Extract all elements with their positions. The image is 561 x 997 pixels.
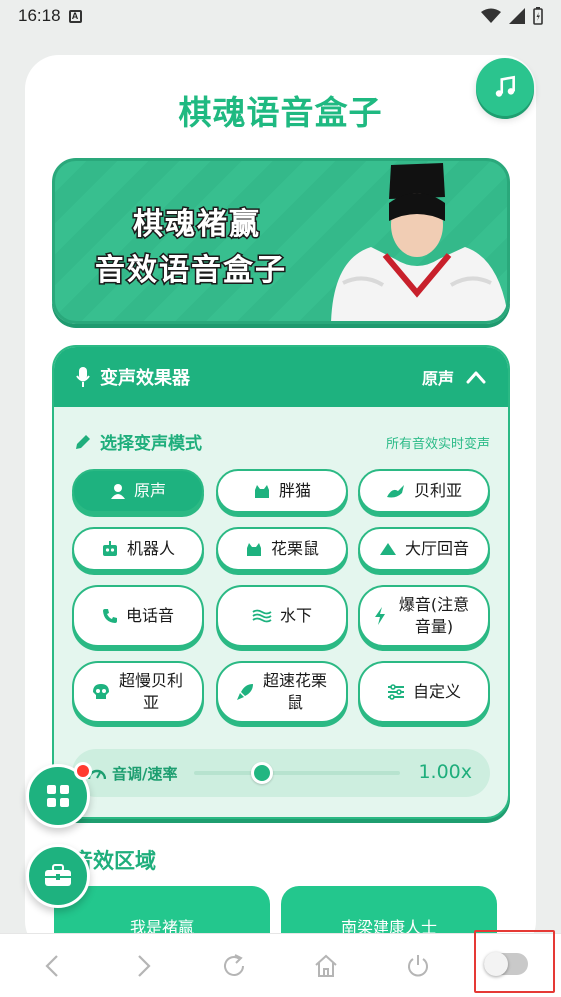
phone-icon (102, 608, 118, 624)
toggle-knob[interactable] (484, 952, 508, 976)
mode-hint: 所有音效实时变声 (385, 437, 490, 452)
pitch-label: 音调/速率 (112, 764, 178, 783)
pitch-control: 音调/速率 1.00x (72, 749, 490, 797)
wifi-icon (481, 8, 501, 23)
pitch-value: 1.00x (418, 761, 472, 783)
signal-icon (509, 8, 525, 24)
refresh-icon[interactable] (218, 950, 250, 982)
home-icon[interactable] (310, 950, 342, 982)
mode-button-distortion[interactable]: 爆音(注意音量) (358, 585, 490, 647)
voice-changer-title: 变声效果器 (100, 368, 190, 389)
forward-icon[interactable] (128, 950, 160, 982)
mode-button-custom[interactable]: 自定义 (358, 661, 490, 723)
mode-button-hall-echo[interactable]: 大厅回音 (358, 527, 490, 571)
banner-line-1: 棋魂褚赢 (132, 206, 261, 244)
water-icon (252, 609, 272, 623)
pitch-slider-thumb[interactable] (250, 762, 273, 784)
cat-icon (245, 541, 263, 557)
cat-icon (253, 483, 271, 499)
rocket-icon (236, 683, 254, 701)
mode-button-belial[interactable]: 贝利亚 (358, 469, 490, 513)
app-title: 棋魂语音盒子 (178, 93, 383, 132)
back-icon[interactable] (36, 950, 68, 982)
robot-icon (101, 541, 119, 557)
mode-button-fast-chipmunk[interactable]: 超速花栗鼠 (216, 661, 348, 723)
notification-badge: A (68, 9, 82, 23)
bolt-icon (374, 607, 386, 625)
dragon-icon (386, 483, 406, 499)
toolbox-icon (45, 864, 71, 886)
microphone-icon (76, 367, 90, 387)
person-icon (110, 483, 126, 499)
mode-button-underwater[interactable]: 水下 (216, 585, 348, 647)
mode-button-fat-cat[interactable]: 胖猫 (216, 469, 348, 513)
mode-button-original[interactable]: 原声 (72, 469, 204, 513)
voice-changer-header[interactable]: 变声效果器 原声 (54, 347, 508, 407)
mode-button-robot[interactable]: 机器人 (72, 527, 204, 571)
pencil-icon (76, 434, 90, 449)
mode-button-phone[interactable]: 电话音 (72, 585, 204, 647)
mode-section-label: 选择变声模式 (74, 429, 202, 454)
status-time: 16:18 (18, 6, 61, 25)
banner-line-2: 音效语音盒子 (94, 252, 287, 290)
skull-icon (92, 683, 110, 701)
toolbox-button[interactable] (26, 844, 90, 908)
status-bar: 16:18 A (0, 0, 561, 32)
chevron-up-icon[interactable] (466, 370, 486, 384)
mode-button-slow-belial[interactable]: 超慢贝利亚 (72, 661, 204, 723)
character-illustration (331, 163, 507, 321)
hero-banner: 棋魂褚赢 音效语音盒子 (52, 158, 510, 324)
notification-dot (74, 762, 92, 780)
voice-changer-panel: 变声效果器 原声 选择变声模式 所有音效实时变声 原声 胖猫 贝利亚 机器人 花… (52, 345, 510, 819)
status-icons (481, 7, 543, 25)
power-icon[interactable] (402, 950, 434, 982)
mountain-icon (379, 542, 397, 556)
battery-icon (533, 7, 543, 25)
toggle-switch[interactable] (484, 952, 528, 976)
mode-button-chipmunk[interactable]: 花栗鼠 (216, 527, 348, 571)
pitch-slider[interactable] (194, 762, 400, 784)
sliders-icon (387, 684, 405, 700)
current-effect-label: 原声 (421, 369, 454, 388)
grid-icon (47, 785, 69, 807)
